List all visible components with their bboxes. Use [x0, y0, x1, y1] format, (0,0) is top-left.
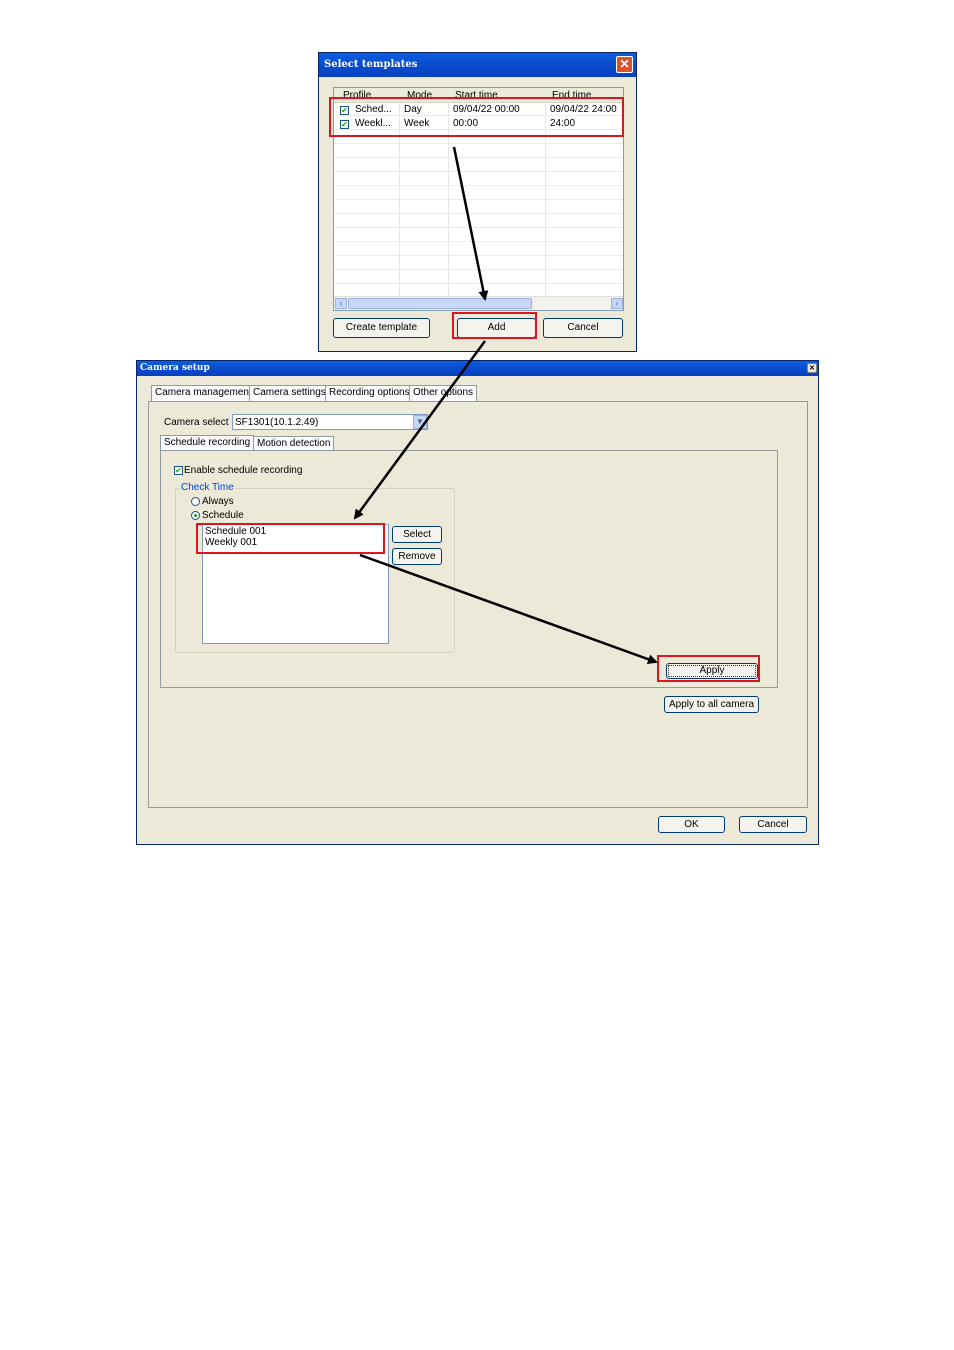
arrow-to-schedule-list: [353, 340, 487, 520]
annotation-arrows: [353, 146, 658, 664]
arrow-to-add-button: [452, 146, 489, 301]
arrow-to-apply-button: [359, 553, 658, 664]
